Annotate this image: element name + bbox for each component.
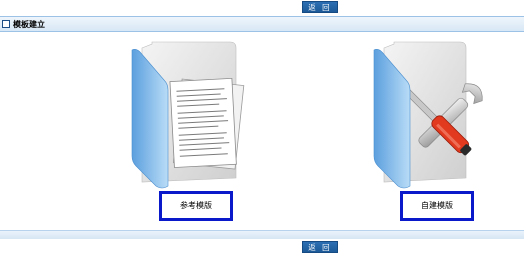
- top-toolbar: 返 回: [0, 0, 524, 15]
- reference-template-tile[interactable]: 参考模版: [130, 40, 250, 230]
- section-checkbox[interactable]: [2, 20, 10, 28]
- custom-template-tile[interactable]: 自建模版: [372, 40, 502, 230]
- custom-template-label[interactable]: 自建模版: [400, 191, 474, 221]
- folder-documents-icon: [131, 41, 245, 189]
- back-button[interactable]: 返 回: [302, 1, 338, 13]
- reference-template-label[interactable]: 参考模版: [159, 191, 233, 221]
- section-header: 模板建立: [0, 16, 524, 32]
- back-button-bottom[interactable]: 返 回: [302, 241, 338, 253]
- footer-bar: [0, 230, 524, 239]
- folder-tools-icon: [373, 41, 483, 189]
- section-title: 模板建立: [13, 20, 45, 29]
